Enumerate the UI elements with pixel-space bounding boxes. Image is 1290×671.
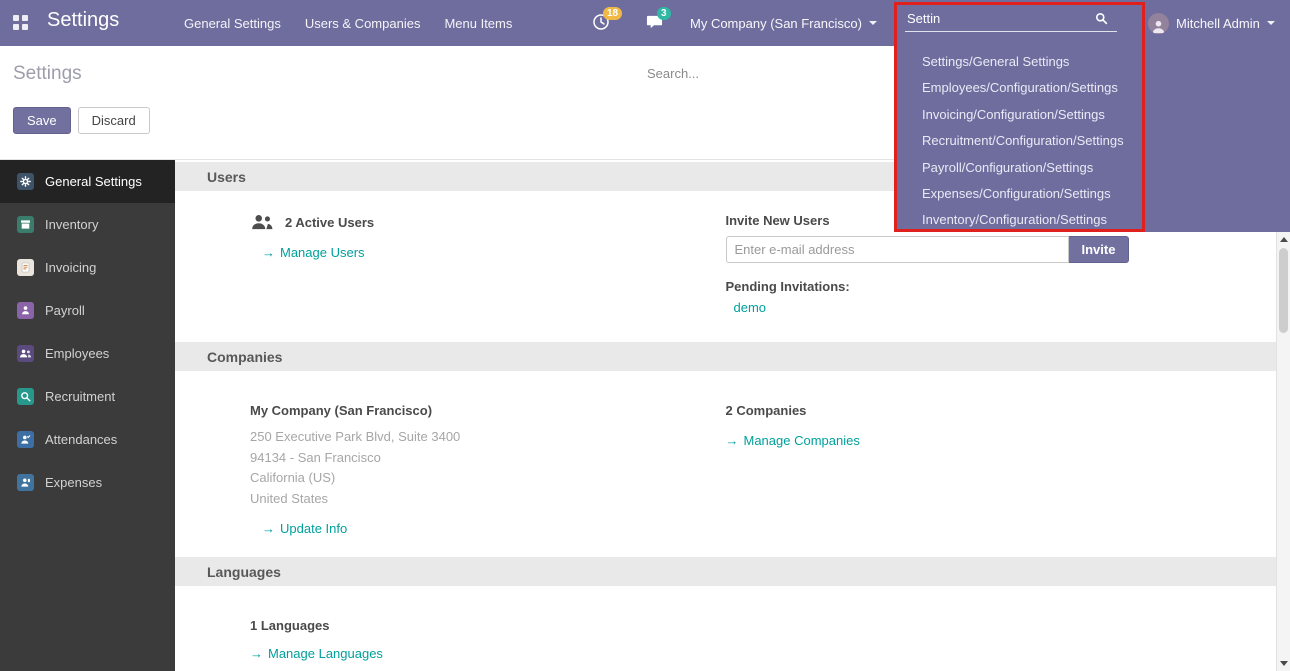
manage-languages-link[interactable]: → Manage Languages (250, 646, 383, 661)
inventory-box-icon (17, 216, 34, 233)
sidebar-item-label: Inventory (45, 217, 98, 232)
nav-item-menu-items[interactable]: Menu Items (444, 16, 512, 31)
nav-item-users-companies[interactable]: Users & Companies (305, 16, 421, 31)
company-name: My Company (San Francisco) (250, 403, 726, 418)
top-navbar: Settings General Settings Users & Compan… (0, 0, 1290, 46)
activities-badge: 18 (603, 7, 622, 20)
user-avatar (1148, 13, 1169, 34)
search-result-item[interactable]: Invoicing/Configuration/Settings (895, 102, 1290, 128)
user-menu[interactable]: Mitchell Admin (1148, 0, 1275, 46)
navbar-menu: General Settings Users & Companies Menu … (184, 0, 512, 46)
company-address: 250 Executive Park Blvd, Suite 3400 9413… (250, 427, 726, 509)
sidebar-item-recruitment[interactable]: Recruitment (0, 375, 175, 418)
section-header-companies: Companies (175, 342, 1276, 371)
navbar-search (905, 10, 1117, 32)
arrow-right-icon: → (250, 646, 263, 661)
arrow-right-icon: → (726, 433, 739, 448)
arrow-right-icon: → (262, 245, 275, 260)
gear-icon (17, 173, 34, 190)
search-result-item[interactable]: Recruitment/Configuration/Settings (895, 128, 1290, 154)
save-button[interactable]: Save (13, 107, 71, 134)
messages-chat-icon[interactable]: 3 (646, 13, 666, 33)
company-switcher[interactable]: My Company (San Francisco) (690, 0, 877, 46)
sidebar-item-payroll[interactable]: Payroll (0, 289, 175, 332)
settings-sidebar: General Settings Inventory Invoicing Pay… (0, 160, 175, 671)
update-info-link[interactable]: → Update Info (262, 521, 347, 536)
scrollbar-thumb[interactable] (1279, 248, 1288, 333)
search-result-item[interactable]: Payroll/Configuration/Settings (895, 155, 1290, 181)
control-buttons: Save Discard (13, 107, 150, 134)
pending-user-link[interactable]: demo (734, 300, 767, 315)
settings-search-input[interactable] (645, 65, 885, 82)
page-title: Settings (13, 63, 82, 85)
languages-section: 1 Languages → Manage Languages (175, 586, 1276, 661)
sidebar-item-expenses[interactable]: Expenses (0, 461, 175, 504)
navbar-search-input[interactable] (905, 10, 1095, 27)
invoice-document-icon (17, 259, 34, 276)
manage-users-link[interactable]: → Manage Users (262, 245, 365, 260)
recruitment-magnifier-icon (17, 388, 34, 405)
sidebar-item-label: Invoicing (45, 260, 96, 275)
discard-button[interactable]: Discard (78, 107, 150, 134)
user-name: Mitchell Admin (1176, 16, 1260, 31)
sidebar-item-label: Attendances (45, 432, 117, 447)
messages-badge: 3 (657, 7, 671, 20)
sidebar-item-label: General Settings (45, 174, 142, 189)
sidebar-item-label: Recruitment (45, 389, 115, 404)
scrollbar-up-icon[interactable] (1280, 237, 1288, 242)
sidebar-item-inventory[interactable]: Inventory (0, 203, 175, 246)
companies-count: 2 Companies (726, 403, 1277, 418)
main-content: Users 2 Active Users → Manage Users Invi… (175, 160, 1276, 671)
sidebar-item-general-settings[interactable]: General Settings (0, 160, 175, 203)
section-header-languages: Languages (175, 557, 1276, 586)
arrow-right-icon: → (262, 521, 275, 536)
users-group-icon (250, 213, 274, 231)
sidebar-item-label: Employees (45, 346, 109, 361)
search-result-item[interactable]: Settings/General Settings (895, 49, 1290, 75)
apps-menu-icon[interactable] (13, 15, 28, 30)
payroll-person-icon (17, 302, 34, 319)
sidebar-item-label: Payroll (45, 303, 85, 318)
search-result-item[interactable]: Expenses/Configuration/Settings (895, 181, 1290, 207)
search-result-item[interactable]: Inventory/Configuration/Settings (895, 207, 1290, 233)
manage-companies-link[interactable]: → Manage Companies (726, 433, 860, 448)
activities-clock-icon[interactable]: 18 (592, 13, 612, 33)
vertical-scrollbar[interactable] (1276, 232, 1290, 671)
scrollbar-down-icon[interactable] (1280, 661, 1288, 666)
search-result-item[interactable]: Employees/Configuration/Settings (895, 75, 1290, 101)
companies-section: My Company (San Francisco) 250 Executive… (175, 371, 1276, 557)
attendances-person-icon (17, 431, 34, 448)
chevron-down-icon (1267, 21, 1275, 25)
search-icon[interactable] (1095, 12, 1108, 25)
sidebar-item-label: Expenses (45, 475, 102, 490)
search-results-dropdown: Settings/General Settings Employees/Conf… (895, 46, 1290, 232)
sidebar-item-employees[interactable]: Employees (0, 332, 175, 375)
languages-count: 1 Languages (250, 618, 726, 633)
sidebar-item-invoicing[interactable]: Invoicing (0, 246, 175, 289)
chevron-down-icon (869, 21, 877, 25)
active-users-count: 2 Active Users (285, 215, 374, 230)
expenses-person-icon (17, 474, 34, 491)
employees-people-icon (17, 345, 34, 362)
invite-button[interactable]: Invite (1069, 236, 1130, 263)
nav-item-general-settings[interactable]: General Settings (184, 16, 281, 31)
invite-email-input[interactable] (726, 236, 1069, 263)
pending-invitations-label: Pending Invitations: (726, 279, 1277, 294)
sidebar-item-attendances[interactable]: Attendances (0, 418, 175, 461)
app-title[interactable]: Settings (47, 9, 119, 32)
company-switcher-label: My Company (San Francisco) (690, 16, 862, 31)
